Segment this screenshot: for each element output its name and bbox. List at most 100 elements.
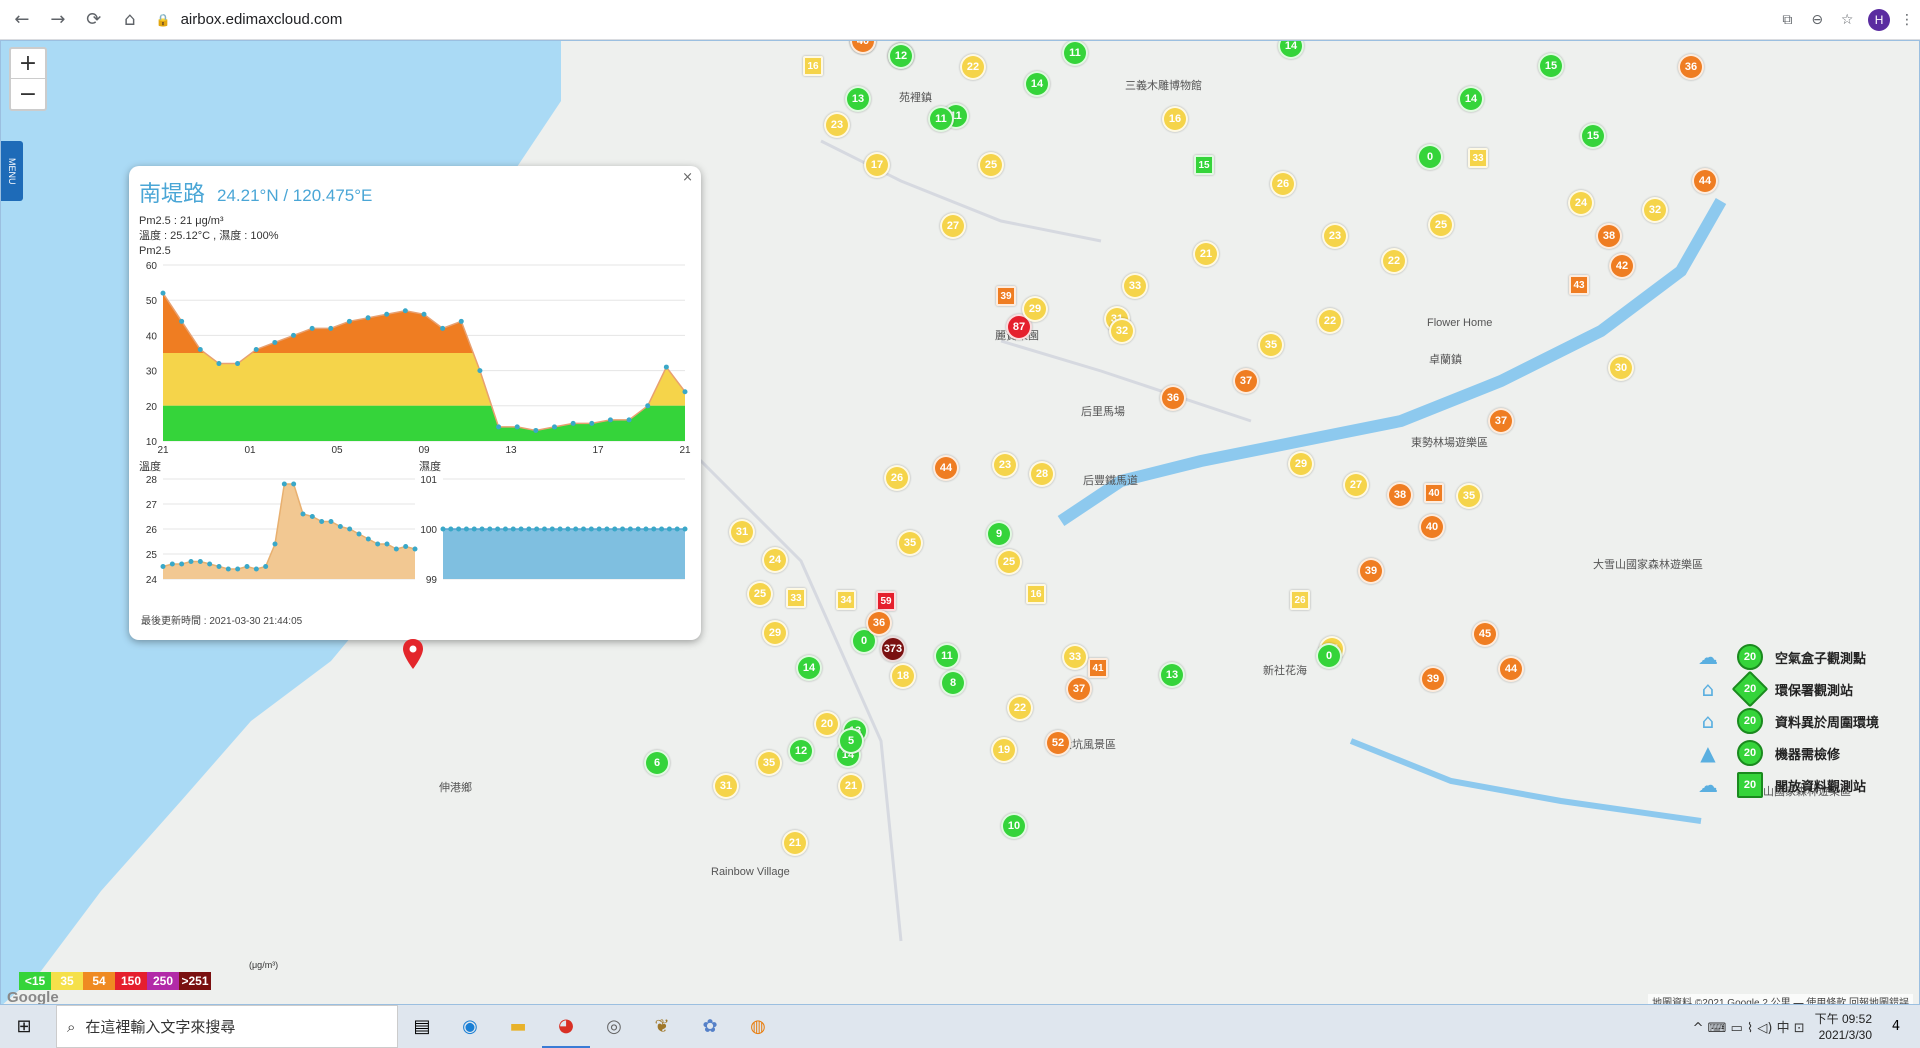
station-marker[interactable]: 35 (1456, 483, 1482, 509)
station-marker[interactable]: 29 (1022, 296, 1048, 322)
station-marker[interactable]: 25 (978, 152, 1004, 178)
station-marker[interactable]: 11 (1062, 41, 1088, 66)
translate-icon[interactable]: ⧉ (1774, 7, 1800, 33)
station-marker[interactable]: 25 (996, 549, 1022, 575)
station-marker[interactable]: 21 (1193, 241, 1219, 267)
station-marker[interactable]: 26 (1270, 171, 1296, 197)
station-marker[interactable]: 0 (1316, 643, 1342, 669)
station-marker[interactable]: 39 (1358, 558, 1384, 584)
station-marker[interactable]: 13 (845, 86, 871, 112)
station-marker[interactable]: 23 (1322, 223, 1348, 249)
station-marker[interactable]: 0 (1417, 144, 1443, 170)
station-marker[interactable]: 37 (1488, 408, 1514, 434)
station-marker[interactable]: 37 (1066, 676, 1092, 702)
address-bar[interactable]: 🔒 airbox.edimaxcloud.com (156, 5, 1771, 35)
station-marker[interactable]: 11 (934, 643, 960, 669)
station-marker[interactable]: 21 (782, 830, 808, 856)
location-pin-icon[interactable] (403, 639, 423, 669)
close-icon[interactable]: × (682, 170, 693, 185)
station-marker[interactable]: 14 (1458, 86, 1484, 112)
station-marker[interactable]: 35 (756, 750, 782, 776)
station-marker[interactable]: 14 (796, 655, 822, 681)
station-marker[interactable]: 32 (1109, 318, 1135, 344)
station-marker[interactable]: 22 (1007, 695, 1033, 721)
station-marker[interactable]: 26 (884, 465, 910, 491)
station-marker[interactable]: 8 (940, 670, 966, 696)
zoom-out-icon[interactable]: ⊖ (1804, 7, 1830, 33)
edge-icon[interactable]: ◉ (446, 1005, 494, 1048)
station-marker[interactable]: 44 (1692, 168, 1718, 194)
zoom-in-button[interactable]: + (11, 49, 45, 79)
station-marker[interactable]: 29 (1288, 451, 1314, 477)
station-marker[interactable]: 36 (1678, 54, 1704, 80)
station-marker[interactable]: 24 (762, 547, 788, 573)
station-marker[interactable]: 39 (996, 286, 1016, 306)
station-marker[interactable]: 44 (1498, 656, 1524, 682)
map-attribution[interactable]: 地圖資料 ©2021 Google 2 公里 ⎯⎯ 使用條款 回報地圖錯誤 (1648, 994, 1913, 1004)
station-marker[interactable]: 11 (928, 106, 954, 132)
station-marker[interactable]: 45 (1472, 621, 1498, 647)
station-marker[interactable]: 39 (1420, 666, 1446, 692)
back-icon[interactable]: ← (8, 6, 36, 34)
station-marker[interactable]: 24 (1568, 190, 1594, 216)
station-marker[interactable]: 36 (1160, 385, 1186, 411)
station-marker[interactable]: 15 (1580, 123, 1606, 149)
station-marker[interactable]: 20 (814, 711, 840, 737)
zoom-out-button[interactable]: − (11, 79, 45, 109)
station-marker[interactable]: 15 (1538, 53, 1564, 79)
station-marker[interactable]: 22 (1381, 248, 1407, 274)
station-marker[interactable]: 42 (1609, 253, 1635, 279)
station-marker[interactable]: 26 (1290, 590, 1310, 610)
station-marker[interactable]: 41 (1088, 658, 1108, 678)
station-marker[interactable]: 35 (1258, 332, 1284, 358)
station-marker[interactable]: 43 (1569, 275, 1589, 295)
profile-avatar[interactable]: H (1868, 8, 1891, 31)
map[interactable]: 苑裡鎮三義木雕博物館大安區后里馬場卓蘭鎮東勢林場遊樂區新社花海大雪山國家森林遊樂… (0, 40, 1920, 1005)
station-marker[interactable]: 17 (864, 152, 890, 178)
app-icon-flower[interactable]: ✿ (686, 1005, 734, 1048)
station-marker[interactable]: 38 (1596, 223, 1622, 249)
blender-icon[interactable]: ◍ (734, 1005, 782, 1048)
station-marker[interactable]: 19 (991, 737, 1017, 763)
taskbar-search[interactable]: ⌕ 在這裡輸入文字來搜尋 (56, 1005, 398, 1048)
station-marker[interactable]: 28 (1029, 461, 1055, 487)
forward-icon[interactable]: → (44, 6, 72, 34)
station-marker[interactable]: 33 (1468, 148, 1488, 168)
bookmark-star-icon[interactable]: ☆ (1834, 7, 1860, 33)
reload-icon[interactable]: ⟳ (80, 6, 108, 34)
station-marker[interactable]: 16 (1162, 106, 1188, 132)
station-marker[interactable]: 13 (1159, 662, 1185, 688)
station-marker[interactable]: 23 (824, 112, 850, 138)
chrome-icon[interactable]: ◕ (542, 1005, 590, 1048)
home-icon[interactable]: ⌂ (116, 6, 144, 34)
station-marker[interactable]: 25 (747, 581, 773, 607)
station-marker[interactable]: 27 (1343, 472, 1369, 498)
station-marker[interactable]: 30 (1608, 355, 1634, 381)
station-marker[interactable]: 27 (940, 213, 966, 239)
station-marker[interactable]: 15 (1194, 155, 1214, 175)
station-marker[interactable]: 14 (1024, 71, 1050, 97)
station-marker[interactable]: 22 (960, 54, 986, 80)
station-marker[interactable]: 40 (1419, 514, 1445, 540)
station-marker[interactable]: 32 (1642, 197, 1668, 223)
station-marker[interactable]: 9 (986, 521, 1012, 547)
clock[interactable]: 下午 09:52 2021/3/30 (1815, 1011, 1872, 1043)
station-marker[interactable]: 6 (644, 750, 670, 776)
app-icon-bird[interactable]: ❦ (638, 1005, 686, 1048)
station-marker[interactable]: 34 (836, 590, 856, 610)
browser-menu-icon[interactable]: ⋮ (1894, 7, 1920, 33)
station-marker[interactable]: 16 (1026, 584, 1046, 604)
notification-icon[interactable]: 4 (1872, 1005, 1920, 1048)
station-marker[interactable]: 5 (838, 728, 864, 754)
station-marker[interactable]: 36 (866, 610, 892, 636)
task-view-icon[interactable]: ▤ (398, 1005, 446, 1048)
menu-tab[interactable]: MENU (1, 141, 23, 201)
station-marker[interactable]: 29 (762, 620, 788, 646)
station-marker[interactable]: 31 (713, 773, 739, 799)
app-icon-compass[interactable]: ◎ (590, 1005, 638, 1048)
station-marker[interactable]: 12 (788, 738, 814, 764)
station-marker[interactable]: 33 (1122, 273, 1148, 299)
station-marker[interactable]: 16 (803, 56, 823, 76)
station-marker[interactable]: 25 (1428, 212, 1454, 238)
station-marker[interactable]: 23 (992, 452, 1018, 478)
